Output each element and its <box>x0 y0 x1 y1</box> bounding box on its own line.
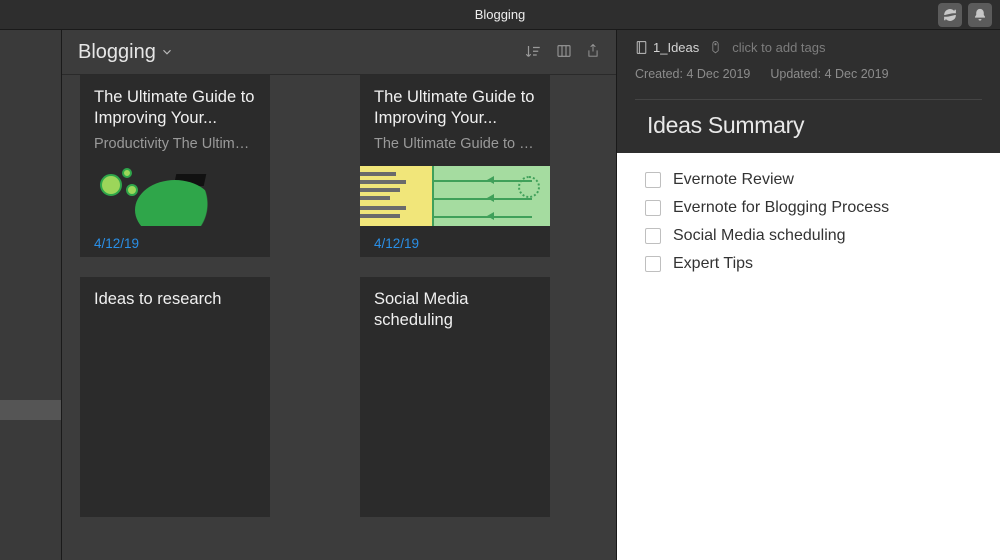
note-card-title: The Ultimate Guide to Improving Your... <box>94 87 256 130</box>
checkbox[interactable] <box>645 200 661 216</box>
checklist-label: Evernote for Blogging Process <box>673 199 889 217</box>
columns-icon <box>556 43 572 59</box>
created-meta: Created: 4 Dec 2019 <box>635 67 750 81</box>
checklist-item[interactable]: Evernote for Blogging Process <box>645 199 972 217</box>
checkbox[interactable] <box>645 172 661 188</box>
note-card-snippet: The Ultimate Guide to Im... <box>374 136 536 152</box>
checkbox[interactable] <box>645 256 661 272</box>
note-list-panel: Blogging The Ultimate Guide to Im <box>62 30 617 560</box>
bell-icon <box>973 8 987 22</box>
checklist-label: Social Media scheduling <box>673 227 846 245</box>
note-notebook-link[interactable]: 1_Ideas <box>635 40 699 55</box>
sidebar <box>0 30 62 560</box>
sync-button[interactable] <box>938 3 962 27</box>
note-card[interactable]: The Ultimate Guide to Improving Your... … <box>80 75 270 257</box>
sync-icon <box>943 8 957 22</box>
share-button[interactable] <box>586 43 600 61</box>
note-card-title: The Ultimate Guide to Improving Your... <box>374 87 536 130</box>
note-card[interactable]: Ideas to research <box>80 277 270 517</box>
note-editor[interactable]: Evernote Review Evernote for Blogging Pr… <box>617 153 1000 560</box>
note-card[interactable]: Social Media scheduling <box>360 277 550 517</box>
checklist-label: Expert Tips <box>673 255 753 273</box>
notebook-icon <box>635 40 648 55</box>
note-card-date: 4/12/19 <box>360 226 550 257</box>
note-card[interactable]: The Ultimate Guide to Improving Your... … <box>360 75 550 257</box>
note-card-date: 4/12/19 <box>80 226 270 257</box>
checkbox[interactable] <box>645 228 661 244</box>
checklist-item[interactable]: Social Media scheduling <box>645 227 972 245</box>
note-card-snippet: Productivity The Ultimat... <box>94 136 256 152</box>
add-tags-input[interactable]: click to add tags <box>732 40 825 55</box>
checklist-item[interactable]: Expert Tips <box>645 255 972 273</box>
sidebar-selection-indicator <box>0 400 61 420</box>
note-card-title: Social Media scheduling <box>374 289 536 332</box>
note-card-title: Ideas to research <box>94 289 256 310</box>
titlebar: Blogging <box>0 0 1000 30</box>
tag-icon <box>709 40 722 55</box>
note-card-thumbnail <box>80 166 270 226</box>
note-notebook-name: 1_Ideas <box>653 40 699 55</box>
sort-icon <box>524 43 542 61</box>
view-options-button[interactable] <box>556 43 572 61</box>
note-card-thumbnail <box>360 166 550 226</box>
sort-button[interactable] <box>524 43 542 61</box>
checklist-item[interactable]: Evernote Review <box>645 171 972 189</box>
note-detail-panel: 1_Ideas click to add tags Created: 4 Dec… <box>617 30 1000 560</box>
notifications-button[interactable] <box>968 3 992 27</box>
updated-meta: Updated: 4 Dec 2019 <box>770 67 888 81</box>
share-icon <box>586 43 600 60</box>
checklist-label: Evernote Review <box>673 171 794 189</box>
chevron-down-icon <box>160 45 174 59</box>
window-title: Blogging <box>475 7 526 22</box>
note-title[interactable]: Ideas Summary <box>617 100 1000 153</box>
notebook-dropdown[interactable]: Blogging <box>78 41 174 64</box>
notebook-name: Blogging <box>78 41 156 64</box>
